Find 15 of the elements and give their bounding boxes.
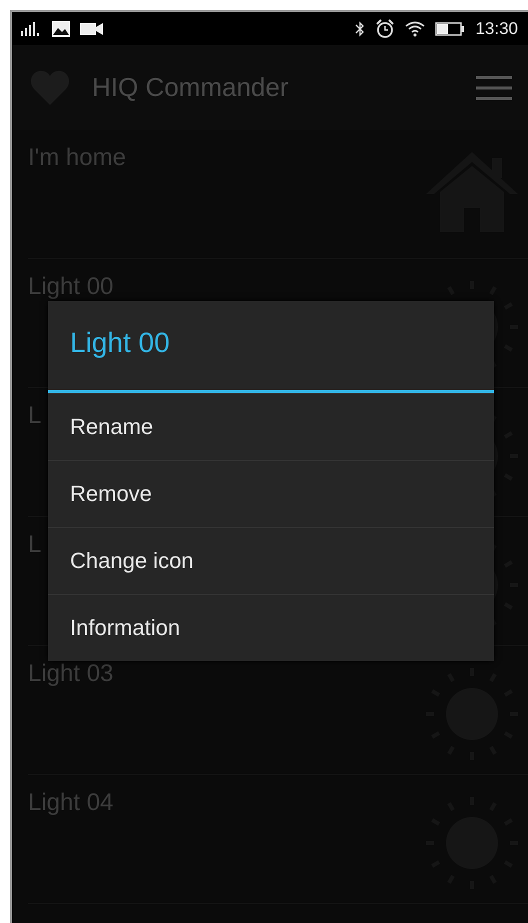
app-title: HIQ Commander: [92, 72, 290, 103]
menu-item[interactable]: Change icon: [48, 527, 494, 594]
menu-item[interactable]: Remove: [48, 460, 494, 527]
menu-item[interactable]: Rename: [48, 393, 494, 460]
clock-time: 13:30: [475, 18, 518, 38]
signal-icon: [20, 22, 42, 36]
image-icon: [52, 20, 70, 36]
video-icon: [80, 22, 104, 36]
menu-icon[interactable]: [476, 74, 512, 100]
wifi-icon: [405, 20, 426, 36]
dialog-title: Light 00: [48, 301, 494, 393]
menu-item[interactable]: Information: [48, 594, 494, 661]
battery-icon: [435, 22, 466, 36]
bluetooth-icon: [355, 20, 366, 36]
alarm-clock-icon: [375, 18, 396, 38]
